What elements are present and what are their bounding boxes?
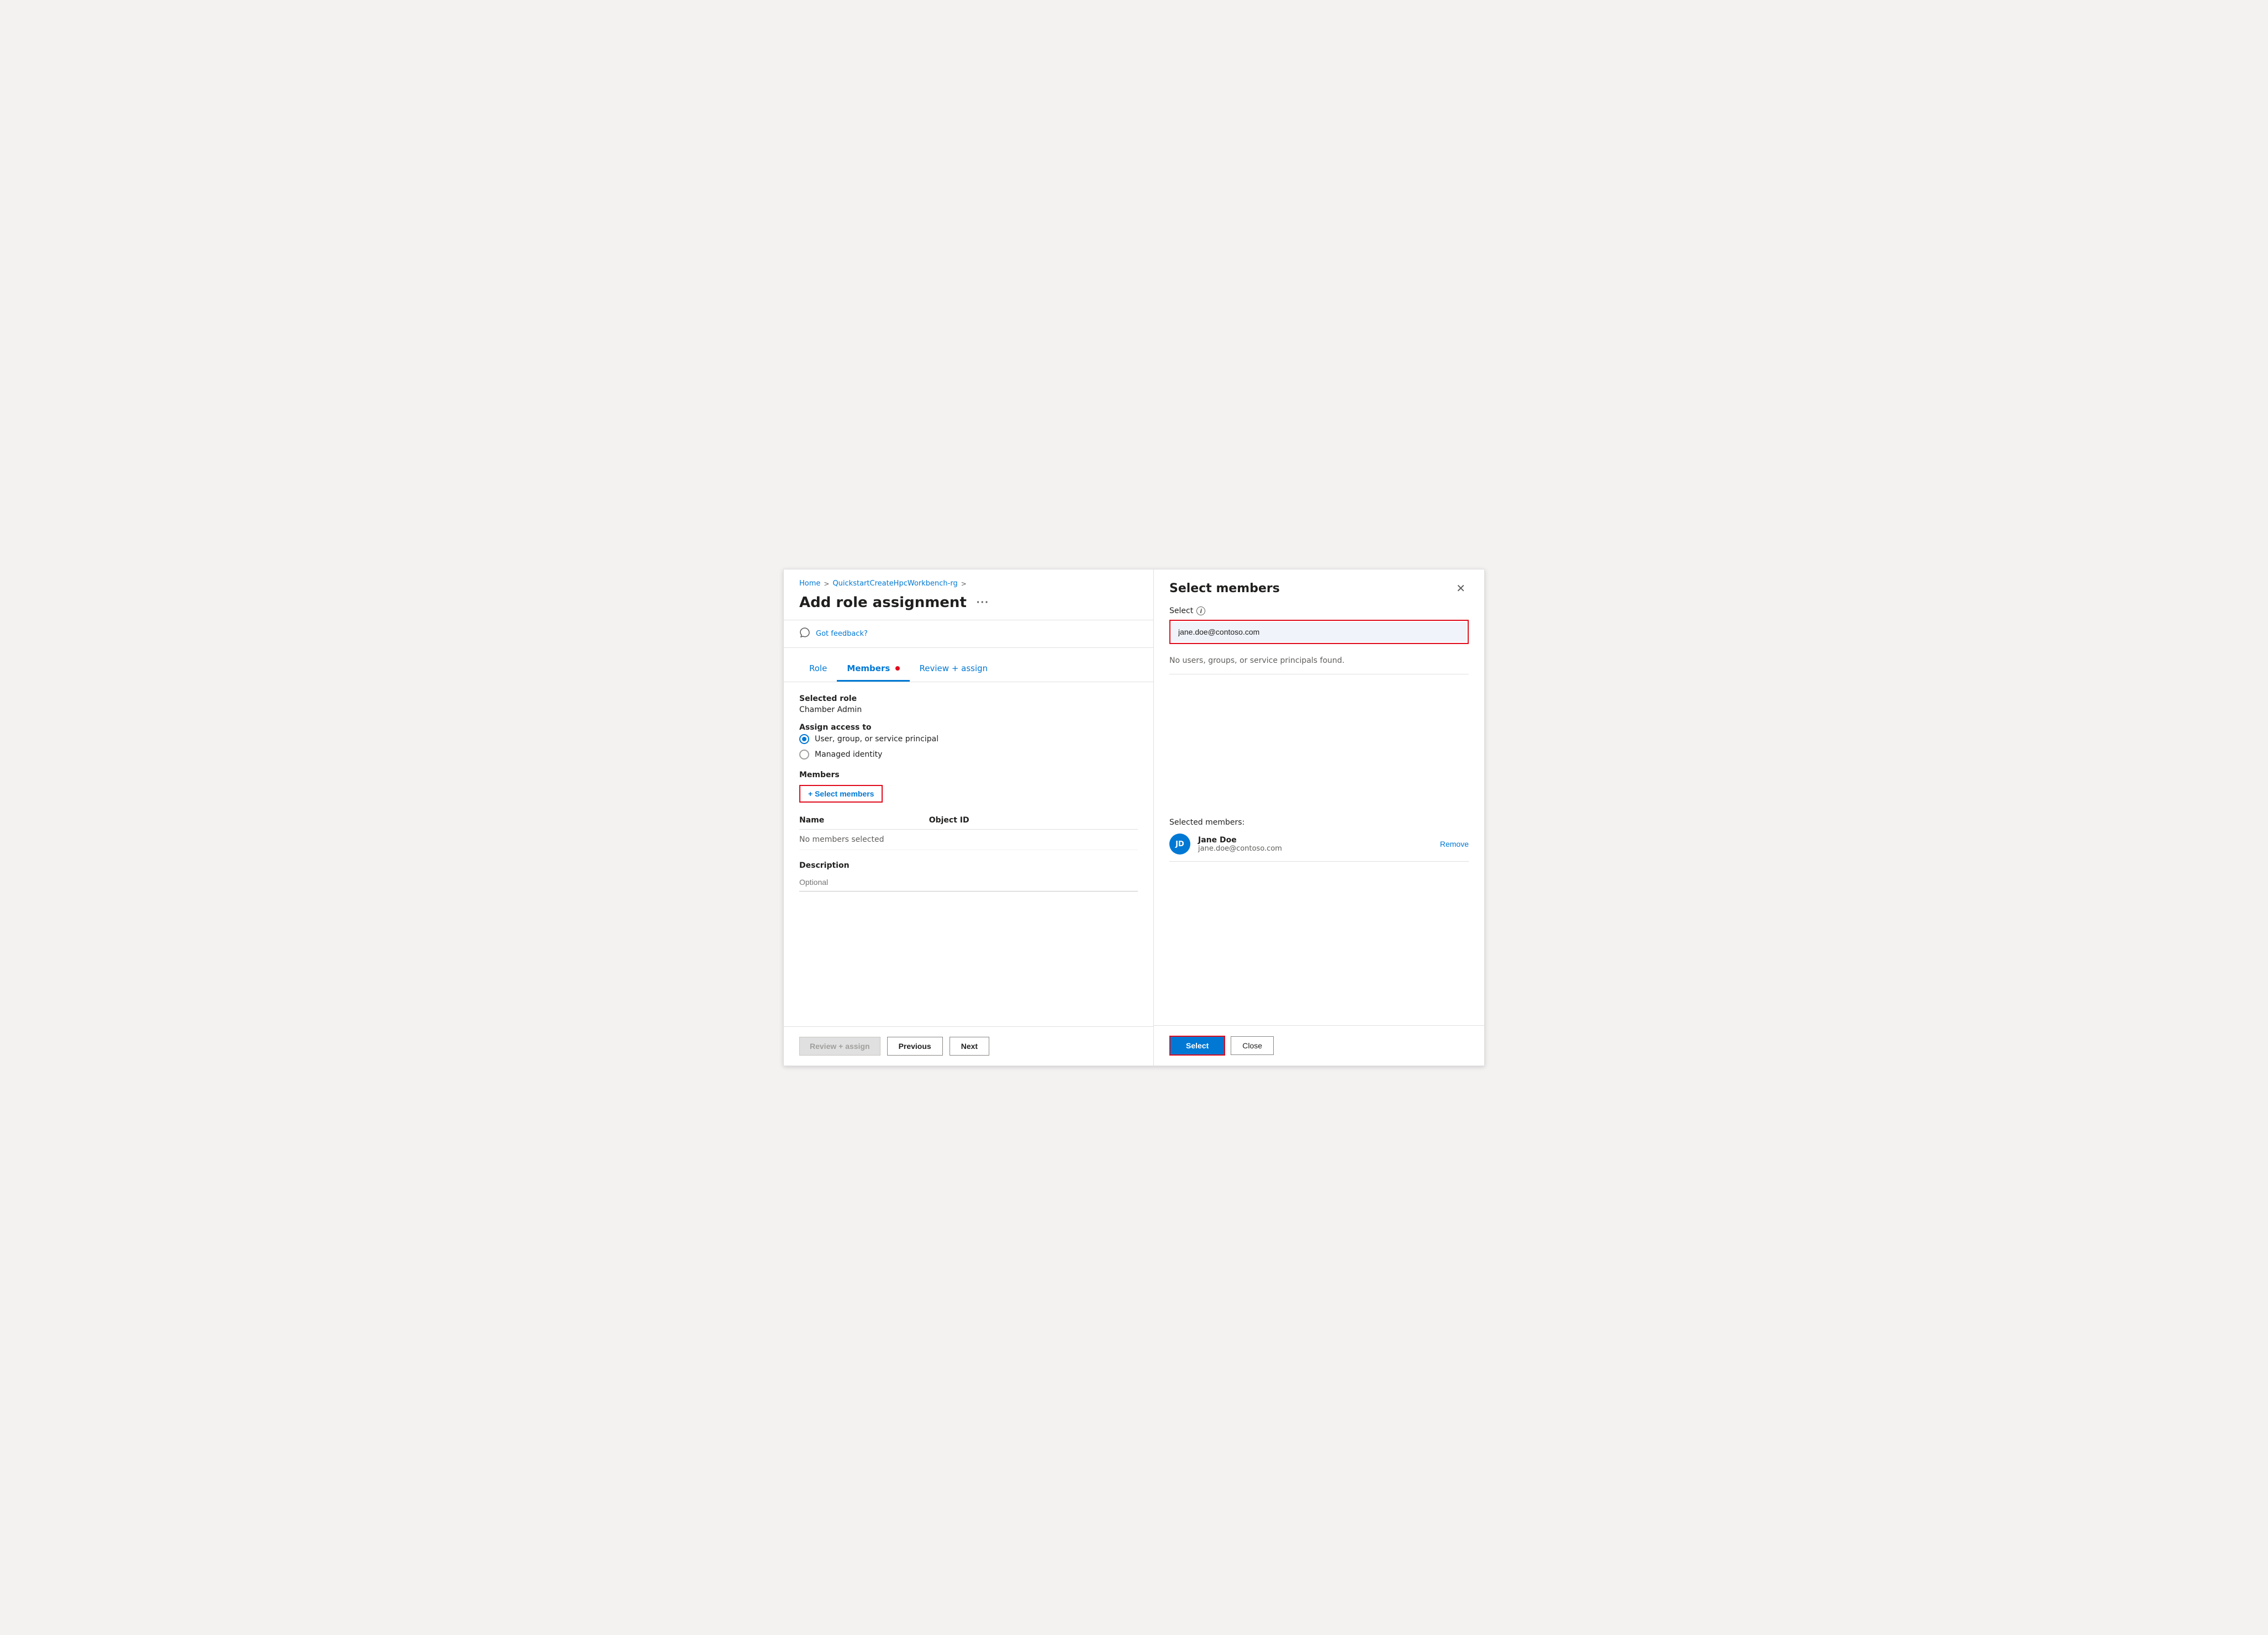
col-name: Name [799, 811, 929, 830]
next-button[interactable]: Next [950, 1037, 989, 1056]
assign-access-label: Assign access to [799, 723, 1138, 732]
close-button[interactable]: Close [1231, 1036, 1274, 1055]
tab-members-dot [895, 666, 900, 671]
radio-group: User, group, or service principal Manage… [799, 734, 1138, 760]
selected-members-label: Selected members: [1169, 818, 1469, 827]
member-name: Jane Doe [1198, 836, 1432, 845]
breadcrumb-sep1: > [824, 580, 829, 588]
member-email: jane.doe@contoso.com [1198, 845, 1432, 853]
info-icon: i [1196, 606, 1205, 615]
left-footer: Review + assign Previous Next [784, 1026, 1153, 1066]
radio-circle-user [799, 734, 809, 744]
member-row: JD Jane Doe jane.doe@contoso.com Remove [1169, 834, 1469, 862]
tabs-row: Role Members Review + assign [784, 648, 1153, 682]
description-label: Description [799, 861, 1138, 870]
avatar: JD [1169, 834, 1190, 855]
tab-review-assign[interactable]: Review + assign [910, 658, 998, 682]
left-panel: Home > QuickstartCreateHpcWorkbench-rg >… [784, 569, 1154, 1066]
select-label-row: Select i [1169, 606, 1469, 615]
col-object-id: Object ID [929, 811, 1138, 830]
breadcrumb-home[interactable]: Home [799, 579, 820, 588]
selected-members-section: Selected members: JD Jane Doe jane.doe@c… [1169, 818, 1469, 862]
radio-circle-managed [799, 750, 809, 760]
member-info: Jane Doe jane.doe@contoso.com [1198, 836, 1432, 853]
radio-managed-identity[interactable]: Managed identity [799, 750, 1138, 760]
description-input[interactable] [799, 873, 1138, 892]
selected-role-label: Selected role [799, 694, 1138, 703]
more-options-button[interactable]: ··· [973, 595, 993, 610]
page-title: Add role assignment [799, 594, 967, 611]
members-table: Name Object ID No members selected [799, 811, 1138, 850]
select-label: Select [1169, 606, 1193, 615]
search-input[interactable] [1172, 622, 1467, 642]
members-section-label: Members [799, 771, 1138, 779]
select-button[interactable]: Select [1169, 1036, 1225, 1056]
right-content: Select i No users, groups, or service pr… [1154, 604, 1484, 1025]
no-members-text: No members selected [799, 830, 1138, 850]
select-members-button[interactable]: + Select members [799, 785, 883, 803]
selected-role-value: Chamber Admin [799, 705, 1138, 714]
feedback-bar[interactable]: Got feedback? [784, 620, 1153, 648]
right-panel: Select members ✕ Select i No users, grou… [1154, 569, 1484, 1066]
select-members-title: Select members [1169, 582, 1280, 595]
breadcrumb-rg[interactable]: QuickstartCreateHpcWorkbench-rg [832, 579, 957, 588]
page-title-row: Add role assignment ··· [784, 592, 1153, 620]
left-content: Selected role Chamber Admin Assign acces… [784, 682, 1153, 1026]
table-row-empty: No members selected [799, 830, 1138, 850]
no-results-text: No users, groups, or service principals … [1169, 652, 1469, 674]
previous-button[interactable]: Previous [887, 1037, 943, 1056]
breadcrumb: Home > QuickstartCreateHpcWorkbench-rg > [784, 569, 1153, 592]
feedback-text: Got feedback? [816, 630, 868, 638]
right-footer: Select Close [1154, 1025, 1484, 1066]
remove-member-button[interactable]: Remove [1440, 840, 1469, 848]
right-header: Select members ✕ [1154, 569, 1484, 604]
breadcrumb-sep2: > [961, 580, 967, 588]
tab-role[interactable]: Role [799, 658, 837, 682]
tab-members[interactable]: Members [837, 658, 909, 682]
search-input-wrapper [1169, 620, 1469, 644]
feedback-icon [799, 627, 810, 641]
radio-user-group[interactable]: User, group, or service principal [799, 734, 1138, 744]
review-assign-button: Review + assign [799, 1037, 880, 1056]
close-panel-button[interactable]: ✕ [1453, 582, 1469, 595]
